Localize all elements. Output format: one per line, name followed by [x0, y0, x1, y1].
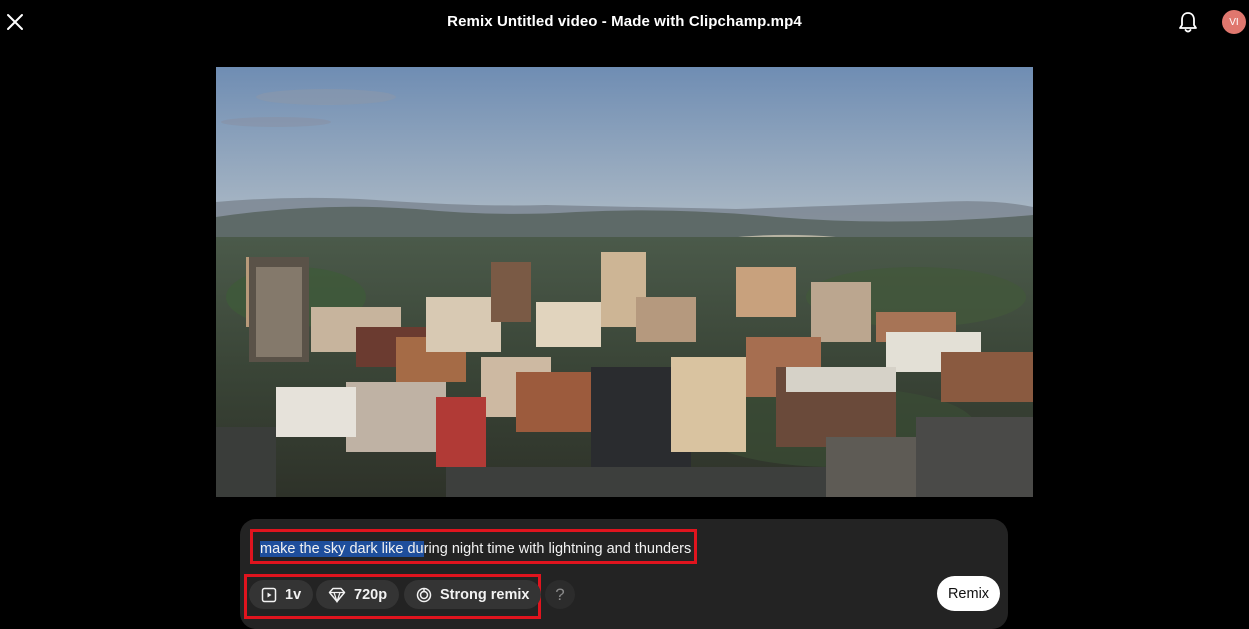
remix-strength-icon [416, 587, 432, 602]
close-button[interactable] [4, 11, 26, 33]
city-skyline-image [216, 67, 1033, 497]
remix-button[interactable]: Remix [937, 576, 1000, 611]
prompt-selected-text: make the sky dark like du [260, 541, 424, 557]
avatar[interactable]: VI [1222, 10, 1246, 34]
diamond-icon [328, 587, 346, 603]
close-icon [7, 14, 23, 30]
prompt-input[interactable]: make the sky dark like during night time… [260, 541, 691, 557]
resolution-button[interactable]: 720p [316, 580, 400, 609]
video-preview [216, 67, 1033, 497]
page-title: Remix Untitled video - Made with Clipcha… [447, 13, 802, 30]
notifications-button[interactable] [1177, 10, 1199, 34]
video-count-label: 1v [285, 586, 302, 603]
remix-strength-label: Strong remix [440, 586, 530, 603]
bell-icon [1179, 12, 1197, 33]
remix-strength-button[interactable]: Strong remix [404, 580, 542, 609]
resolution-label: 720p [354, 586, 388, 603]
prompt-text: ring night time with lightning and thund… [423, 541, 692, 557]
video-count-icon [261, 587, 277, 602]
help-button[interactable]: ? [545, 580, 575, 609]
video-count-button[interactable]: 1v [249, 580, 314, 609]
